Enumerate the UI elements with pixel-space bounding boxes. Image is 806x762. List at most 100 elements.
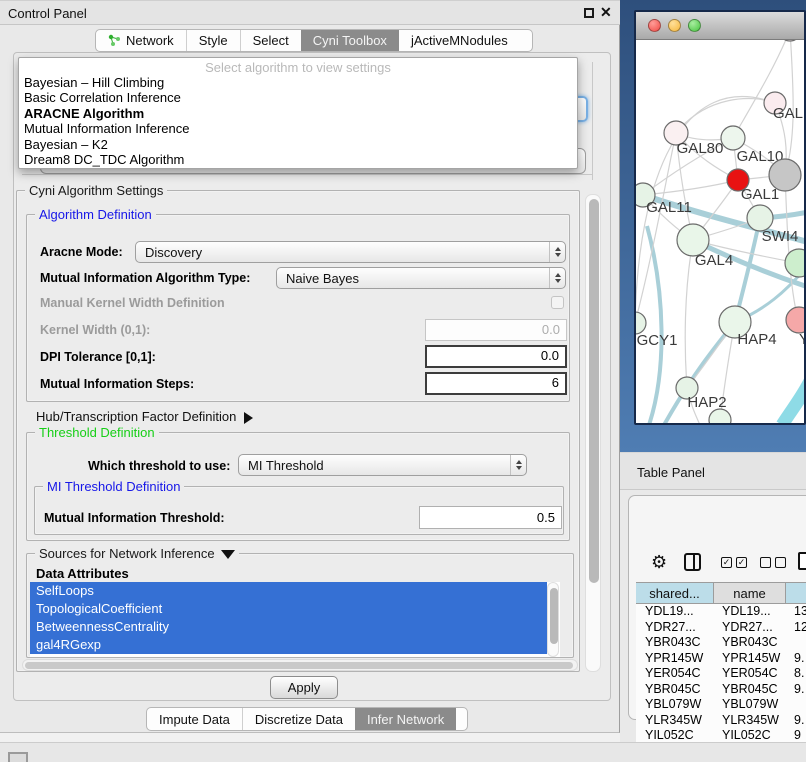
table-row[interactable]: YDR27...YDR27...12 <box>636 620 806 636</box>
dropdown-item[interactable]: Bayesian – Hill Climbing <box>19 75 577 90</box>
tab-discretize-data[interactable]: Discretize Data <box>242 708 355 730</box>
cyni-mode-tabbar: Impute Data Discretize Data Infer Networ… <box>146 707 468 731</box>
tab-label: Style <box>199 33 228 48</box>
mi-threshold-input[interactable]: 0.5 <box>419 506 562 529</box>
table-row[interactable]: YPR145WYPR145W9. <box>636 651 806 667</box>
network-canvas[interactable]: GALGAL80GAL10GAL1GAL11SWI4GAL4GCY1HAP4YH… <box>636 40 806 423</box>
table-row[interactable]: YLR345WYLR345W9. <box>636 713 806 729</box>
table-cell: YER054C <box>714 666 786 682</box>
hub-definition-toggle[interactable]: Hub/Transcription Factor Definition <box>36 409 253 424</box>
which-threshold-combobox[interactable]: MI Threshold <box>238 454 527 476</box>
network-node-gal10[interactable] <box>721 126 745 150</box>
checked-box-icon[interactable]: ✓ <box>721 557 732 568</box>
minimized-panel-icon[interactable] <box>8 752 28 762</box>
minimize-traffic-light-icon[interactable] <box>668 19 681 32</box>
table-row[interactable]: YBR045CYBR045C9. <box>636 682 806 698</box>
node-table-rows[interactable]: YDL19...YDL19...13YDR27...YDR27...12YBR0… <box>636 604 806 744</box>
gear-icon[interactable]: ⚙ <box>651 552 667 573</box>
attributes-scrollbar[interactable] <box>547 582 559 657</box>
network-edge[interactable] <box>782 381 806 423</box>
table-cell: YBR045C <box>636 682 714 698</box>
float-window-icon[interactable] <box>584 8 594 18</box>
tab-infer-network[interactable]: Infer Network <box>355 708 456 730</box>
table-cell: 13 <box>786 604 806 620</box>
column-header-name[interactable]: name <box>714 582 786 604</box>
attribute-list-item[interactable]: SelfLoops <box>30 582 547 600</box>
table-row[interactable]: YDL19...YDL19...13 <box>636 604 806 620</box>
dropdown-item[interactable]: ARACNE Algorithm <box>19 106 577 121</box>
network-edge[interactable] <box>643 180 738 195</box>
collapsed-arrow-icon <box>244 412 253 424</box>
panel-title: Control Panel <box>8 6 87 21</box>
table-cell: YLR345W <box>636 713 714 729</box>
network-window-titlebar[interactable] <box>636 12 804 40</box>
dropdown-item[interactable]: Dream8 DC_TDC Algorithm <box>19 152 577 167</box>
split-columns-icon[interactable] <box>684 553 701 571</box>
table-panel-titlebar: Table Panel <box>620 452 806 490</box>
network-node[interactable] <box>785 249 806 277</box>
network-edge[interactable] <box>676 99 775 133</box>
unchecked-box-icon[interactable] <box>775 557 786 568</box>
network-edge[interactable] <box>647 226 662 423</box>
table-cell <box>786 635 794 651</box>
node-label: GAL1 <box>741 186 779 203</box>
network-node[interactable] <box>709 409 731 423</box>
mi-type-combobox[interactable]: Naive Bayes <box>276 267 566 289</box>
manual-kernel-label: Manual Kernel Width Definition <box>40 296 225 310</box>
attribute-list-item[interactable]: TopologicalCoefficient <box>30 600 547 618</box>
document-icon[interactable] <box>798 552 806 570</box>
column-header-shared-name[interactable]: shared... <box>636 582 714 604</box>
attribute-list-item[interactable]: BetweennessCentrality <box>30 618 547 636</box>
attribute-list-item[interactable]: gal4RGexp <box>30 636 547 654</box>
network-edge[interactable] <box>685 240 693 388</box>
dropdown-item[interactable]: Basic Correlation Inference <box>19 90 577 105</box>
manual-kernel-checkbox[interactable] <box>551 296 564 309</box>
group-title: Threshold Definition <box>35 425 159 440</box>
mi-steps-input[interactable]: 6 <box>425 372 567 395</box>
network-node-y[interactable] <box>786 307 806 333</box>
bottom-strip <box>0 742 806 762</box>
dropdown-item[interactable]: Bayesian – K2 <box>19 137 577 152</box>
group-title: Algorithm Definition <box>35 207 156 222</box>
hub-definition-label: Hub/Transcription Factor Definition <box>36 409 236 424</box>
sources-title[interactable]: Sources for Network Inference <box>35 546 239 561</box>
network-view-window: GALGAL80GAL10GAL1GAL11SWI4GAL4GCY1HAP4YH… <box>634 10 806 425</box>
table-cell: YDL19... <box>714 604 786 620</box>
tab-select[interactable]: Select <box>240 30 301 51</box>
dropdown-item[interactable]: Mutual Information Inference <box>19 121 577 136</box>
close-icon[interactable]: ✕ <box>600 4 612 21</box>
settings-vertical-scrollbar[interactable] <box>585 194 601 672</box>
node-label: SWI4 <box>762 228 799 245</box>
apply-button[interactable]: Apply <box>270 676 338 699</box>
unchecked-box-icon[interactable] <box>760 557 771 568</box>
network-node[interactable] <box>779 40 801 41</box>
aracne-mode-combobox[interactable]: Discovery <box>135 241 566 263</box>
column-header-cut[interactable] <box>786 582 806 604</box>
zoom-traffic-light-icon[interactable] <box>688 19 701 32</box>
node-label: Y <box>799 331 806 348</box>
table-cell: 9. <box>786 713 804 729</box>
data-attributes-list[interactable]: SelfLoopsTopologicalCoefficientBetweenne… <box>30 582 560 657</box>
table-row[interactable]: YER054CYER054C8. <box>636 666 806 682</box>
close-traffic-light-icon[interactable] <box>648 19 661 32</box>
network-edge[interactable] <box>636 133 676 323</box>
tab-cyni-toolbox[interactable]: Cyni Toolbox <box>301 30 399 51</box>
table-row[interactable]: YBL079WYBL079W <box>636 697 806 713</box>
screen: Control Panel ✕ gal-filtered.sif default… <box>0 0 806 762</box>
network-node-gcy1[interactable] <box>636 312 646 334</box>
table-cell: YBR043C <box>714 635 786 651</box>
network-edge[interactable] <box>785 175 798 320</box>
table-row[interactable]: YBR043CYBR043C <box>636 635 806 651</box>
dpi-tolerance-input[interactable]: 0.0 <box>425 345 567 368</box>
tab-label: Discretize Data <box>255 712 343 727</box>
tab-impute-data[interactable]: Impute Data <box>147 708 242 730</box>
tab-jactivemnodules[interactable]: jActiveMNodules <box>399 30 520 51</box>
tab-network[interactable]: Network <box>96 30 186 51</box>
tab-label: Select <box>253 33 289 48</box>
kernel-width-input[interactable]: 0.0 <box>425 319 567 341</box>
checked-box-icon[interactable]: ✓ <box>736 557 747 568</box>
tab-style[interactable]: Style <box>186 30 240 51</box>
settings-horizontal-scrollbar[interactable] <box>22 659 578 671</box>
node-label: HAP4 <box>737 331 776 348</box>
table-cell <box>786 697 794 713</box>
